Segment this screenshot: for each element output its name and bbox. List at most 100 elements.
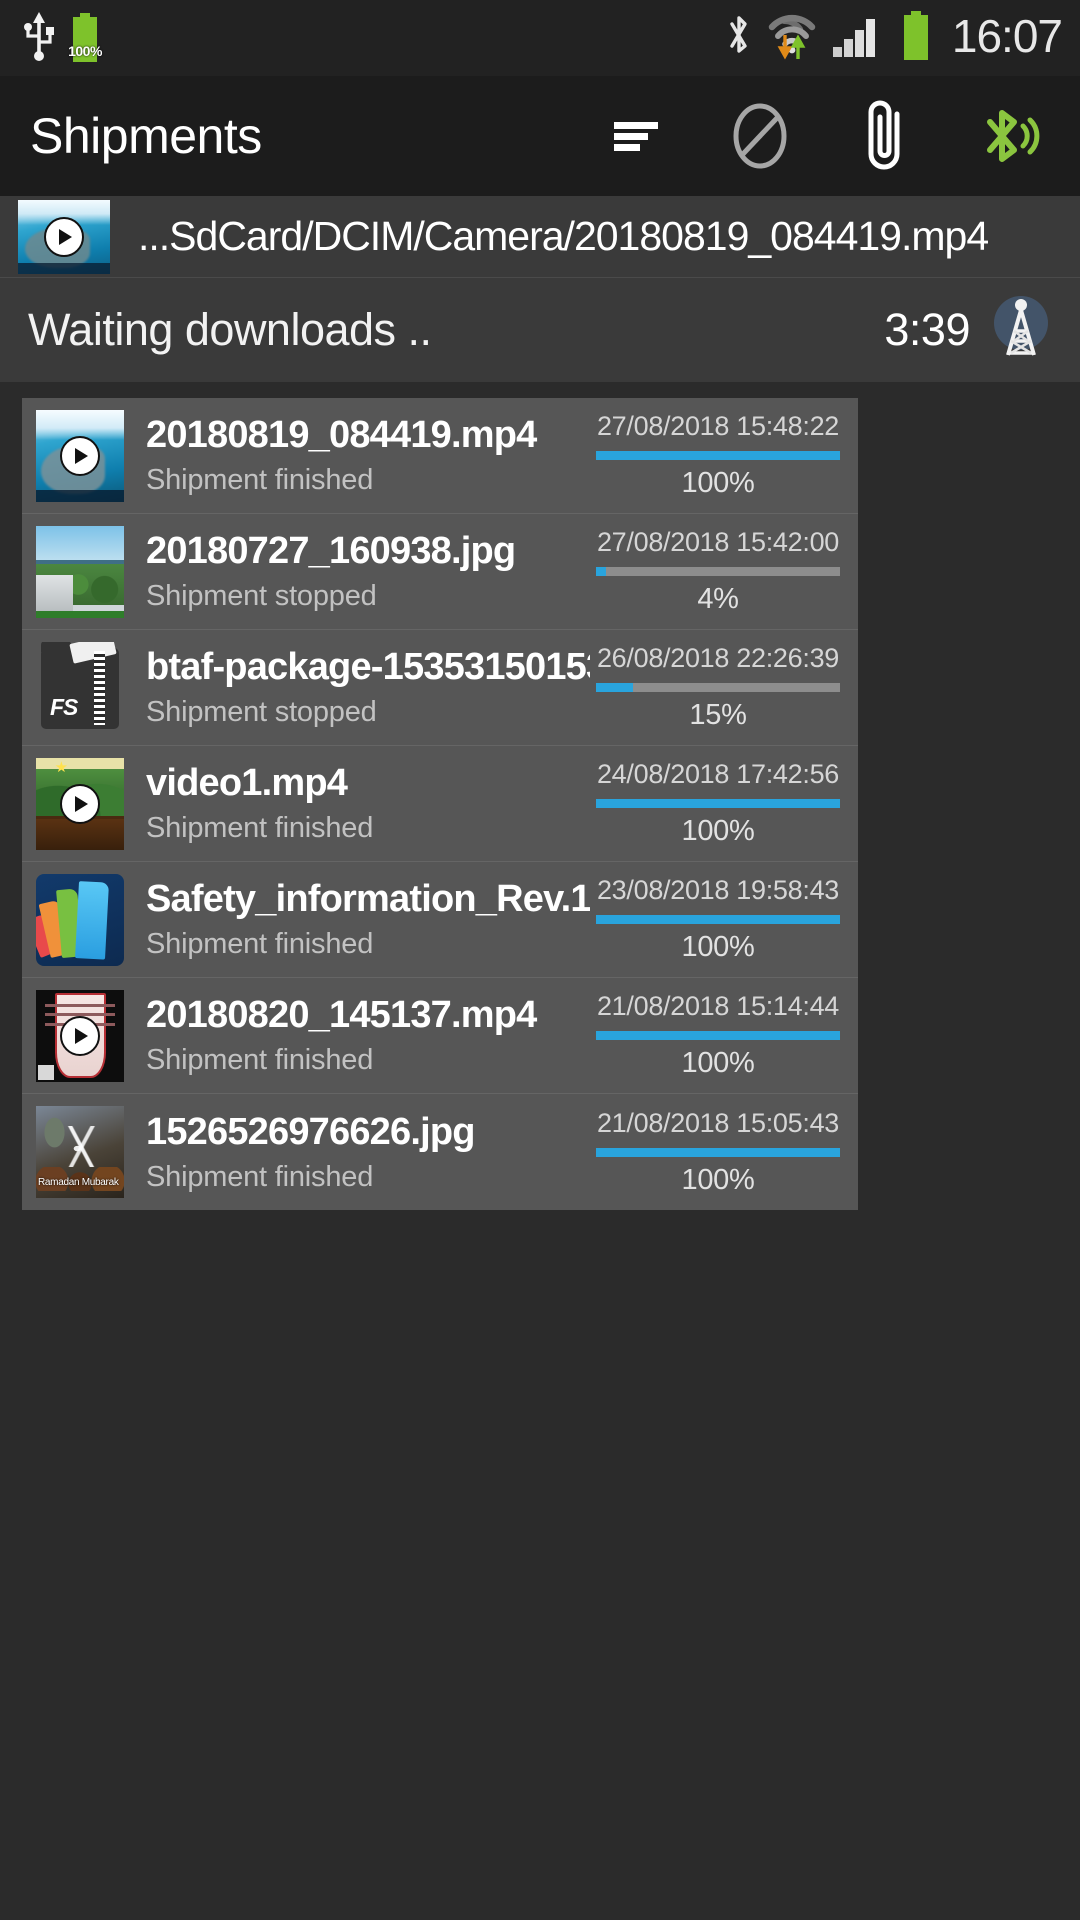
progress-percent: 100%: [681, 1047, 755, 1079]
video-thumbnail-wave: [36, 409, 124, 502]
table-row[interactable]: 20180820_145137.mp4 Shipment finished 21…: [22, 978, 858, 1094]
row-info-cell: 20180819_084419.mp4 Shipment finished: [126, 398, 590, 513]
progress-percent: 4%: [697, 583, 739, 615]
progress-percent: 100%: [681, 467, 755, 499]
row-thumbnail-cell: [34, 514, 126, 629]
video-thumbnail-game: [36, 757, 124, 850]
row-progress-cell: 27/08/2018 15:42:00 4%: [590, 514, 858, 629]
app-bar: Shipments: [0, 76, 1080, 196]
play-icon: [60, 783, 100, 824]
page-title: Shipments: [30, 108, 262, 164]
row-info-cell: 20180727_160938.jpg Shipment stopped: [126, 514, 590, 629]
shipment-date: 27/08/2018 15:42:00: [596, 527, 840, 557]
progress-bar-fill: [596, 1031, 840, 1040]
row-thumbnail-cell: [34, 978, 126, 1093]
file-status: Shipment finished: [146, 464, 374, 496]
progress-bar: [596, 799, 840, 808]
file-name: 20180727_160938.jpg: [146, 530, 516, 572]
progress-bar-fill: [596, 799, 840, 808]
battery-charging-icon: 100%: [68, 13, 102, 63]
wifi-icon: [768, 13, 816, 64]
shipment-date: 24/08/2018 17:42:56: [596, 759, 840, 789]
play-icon: [44, 216, 84, 257]
attachment-icon[interactable]: [822, 76, 946, 196]
row-thumbnail-cell: [34, 746, 126, 861]
progress-bar: [596, 451, 840, 460]
app-bar-actions: [574, 76, 1080, 196]
row-progress-cell: 23/08/2018 19:58:43 100%: [590, 862, 858, 977]
play-icon: [60, 1015, 100, 1056]
progress-bar-fill: [596, 567, 606, 576]
row-progress-cell: 21/08/2018 15:05:43 100%: [590, 1094, 858, 1210]
progress-percent: 100%: [681, 931, 755, 963]
archive-folder-icon: FS: [36, 641, 124, 734]
shipment-date: 27/08/2018 15:48:22: [596, 411, 840, 441]
row-thumbnail-cell: [34, 398, 126, 513]
video-thumbnail-receipt: [36, 989, 124, 1082]
current-file-path-bar[interactable]: ...SdCard/DCIM/Camera/20180819_084419.mp…: [0, 196, 1080, 278]
sort-list-icon[interactable]: [574, 76, 698, 196]
file-status: Shipment finished: [146, 1160, 374, 1193]
current-file-path: ...SdCard/DCIM/Camera/20180819_084419.mp…: [138, 213, 989, 259]
file-name: btaf-package-15353150153...: [146, 646, 590, 688]
shipment-date: 21/08/2018 15:14:44: [596, 991, 840, 1021]
cancel-icon[interactable]: [698, 76, 822, 196]
cellular-signal-icon: [832, 13, 884, 64]
file-status: Shipment stopped: [146, 696, 377, 728]
table-row[interactable]: FS btaf-package-15353150153... Shipment …: [22, 630, 858, 746]
shipment-date: 26/08/2018 22:26:39: [596, 643, 840, 673]
progress-bar-fill: [596, 1147, 840, 1157]
file-status: Shipment finished: [146, 812, 374, 844]
table-row[interactable]: Safety_information_Rev.1.5... Shipment f…: [22, 862, 858, 978]
progress-bar-fill: [596, 915, 840, 924]
shipment-date: 23/08/2018 19:58:43: [596, 875, 840, 905]
row-progress-cell: 21/08/2018 15:14:44 100%: [590, 978, 858, 1093]
status-bar-left: 100%: [0, 10, 102, 67]
progress-bar: [596, 567, 840, 576]
row-info-cell: btaf-package-15353150153... Shipment sto…: [126, 630, 590, 745]
progress-bar: [596, 915, 840, 924]
status-bar: 100% 16:07: [0, 0, 1080, 76]
file-name: 20180819_084419.mp4: [146, 414, 537, 456]
progress-percent: 100%: [681, 815, 755, 847]
progress-percent: 15%: [689, 699, 747, 731]
table-row[interactable]: Ramadan Mubarak 1526526976626.jpg Shipme…: [22, 1094, 858, 1210]
summary-right: 3:39: [884, 293, 1080, 368]
status-bar-right: 16:07: [726, 0, 1063, 76]
progress-bar: [596, 1147, 840, 1157]
shipment-date: 21/08/2018 15:05:43: [596, 1107, 840, 1138]
file-name: 20180820_145137.mp4: [146, 994, 537, 1036]
transmission-tower-icon: [988, 293, 1054, 368]
file-status: Shipment finished: [146, 1044, 374, 1076]
progress-bar-fill: [596, 683, 633, 692]
table-row[interactable]: video1.mp4 Shipment finished 24/08/2018 …: [22, 746, 858, 862]
shipments-list: 20180819_084419.mp4 Shipment finished 27…: [22, 398, 858, 1210]
file-name: 1526526976626.jpg: [146, 1110, 475, 1153]
row-progress-cell: 26/08/2018 22:26:39 15%: [590, 630, 858, 745]
progress-percent: 100%: [681, 1163, 755, 1196]
file-name: Safety_information_Rev.1.5...: [146, 878, 590, 920]
progress-bar-fill: [596, 451, 840, 460]
bluetooth-active-icon[interactable]: [946, 76, 1070, 196]
thumbnail-caption: Ramadan Mubarak: [38, 1177, 119, 1188]
image-thumbnail-resort: [36, 525, 124, 618]
table-row[interactable]: 20180727_160938.jpg Shipment stopped 27/…: [22, 514, 858, 630]
row-info-cell: video1.mp4 Shipment finished: [126, 746, 590, 861]
row-thumbnail-cell: Ramadan Mubarak: [34, 1094, 126, 1210]
table-row[interactable]: 20180819_084419.mp4 Shipment finished 27…: [22, 398, 858, 514]
progress-bar: [596, 1031, 840, 1040]
usb-icon: [22, 10, 56, 67]
battery-percent-label: 100%: [68, 43, 102, 59]
data-transfer-arrows-icon: [777, 33, 807, 66]
file-status: Shipment finished: [146, 928, 374, 960]
row-info-cell: 1526526976626.jpg Shipment finished: [126, 1094, 590, 1210]
image-thumbnail-ramadan: Ramadan Mubarak: [36, 1106, 124, 1198]
battery-icon: [900, 10, 932, 66]
row-info-cell: 20180820_145137.mp4 Shipment finished: [126, 978, 590, 1093]
progress-bar: [596, 683, 840, 692]
row-thumbnail-cell: [34, 862, 126, 977]
row-thumbnail-cell: FS: [34, 630, 126, 745]
row-info-cell: Safety_information_Rev.1.5... Shipment f…: [126, 862, 590, 977]
row-progress-cell: 24/08/2018 17:42:56 100%: [590, 746, 858, 861]
summary-status-label: Waiting downloads ..: [28, 304, 432, 355]
